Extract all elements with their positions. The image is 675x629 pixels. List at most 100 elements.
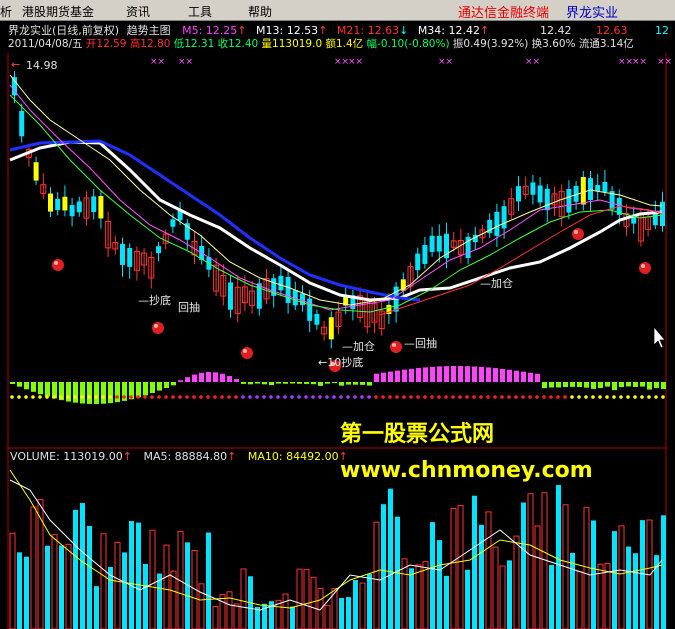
candlestick-series xyxy=(12,71,665,349)
candle-body-down xyxy=(228,282,233,310)
signal-dot xyxy=(381,395,385,399)
candle-body-down xyxy=(69,205,75,217)
volume-ma-white xyxy=(9,479,663,611)
signal-dot xyxy=(395,395,399,399)
candle-body-down xyxy=(544,188,550,211)
candle-body-down xyxy=(62,196,68,211)
signal-dot xyxy=(115,395,119,399)
signal-dot xyxy=(521,395,525,399)
osc-bar-positive xyxy=(381,372,386,382)
volume-bar-up xyxy=(219,594,226,629)
annotation-jiacang-text-2: 加仓 xyxy=(491,277,513,290)
volume-bar-up xyxy=(604,562,611,629)
volume-bar-down xyxy=(465,569,470,629)
ma-yellow-line xyxy=(9,74,663,306)
signal-x-mark: ×× xyxy=(525,57,540,67)
osc-bar-positive xyxy=(437,366,442,382)
signal-dot xyxy=(654,395,658,399)
volume-bar-down xyxy=(507,560,512,629)
volume-bar-up xyxy=(457,505,464,629)
signal-dot xyxy=(430,395,434,399)
signal-dot xyxy=(507,395,511,399)
osc-bar-negative xyxy=(311,382,316,385)
osc-bar-negative xyxy=(346,382,351,385)
signal-dot xyxy=(374,395,378,399)
signal-dot xyxy=(150,395,154,399)
osc-bar-positive xyxy=(444,366,449,382)
volume-bar-down xyxy=(381,504,386,629)
osc-bar-negative xyxy=(80,382,85,404)
signal-dot xyxy=(108,395,112,399)
candle-body-down xyxy=(422,245,428,264)
volume-bar-up xyxy=(303,569,310,629)
osc-bar-negative xyxy=(577,382,582,388)
osc-bar-negative xyxy=(640,382,645,387)
signal-dot xyxy=(171,395,175,399)
volume-bar-down xyxy=(122,552,127,629)
signal-dot xyxy=(248,395,252,399)
volume-bar-up xyxy=(485,511,492,629)
signal-ball xyxy=(152,322,164,334)
signal-dot xyxy=(465,395,469,399)
osc-bar-positive xyxy=(213,372,218,382)
signal-ball-highlight xyxy=(574,230,578,234)
candle-body-down xyxy=(537,185,543,203)
volume-bar-down xyxy=(290,606,295,629)
osc-bar-positive xyxy=(486,367,491,382)
signal-dot xyxy=(234,395,238,399)
volume-bar-up xyxy=(170,570,177,629)
signal-ball xyxy=(241,347,253,359)
signal-dot xyxy=(535,395,539,399)
osc-bar-positive xyxy=(185,377,190,382)
volume-bar-down xyxy=(612,531,617,629)
signal-dot xyxy=(80,395,84,399)
volume-bar-up xyxy=(163,544,170,629)
osc-bar-negative xyxy=(136,382,141,398)
annotation-low-value: 10 xyxy=(327,356,342,369)
signal-dot xyxy=(129,395,133,399)
annotation-jiacang-2: —加仓 xyxy=(480,277,513,290)
kline-chart[interactable]: ×× ×× ×××× ×× ×× ×××× ×× xyxy=(0,0,675,629)
osc-bar-negative xyxy=(325,382,330,384)
volume-bar-up xyxy=(422,561,429,629)
signal-dot xyxy=(52,395,56,399)
volume-bar-down xyxy=(521,502,526,629)
signal-ball xyxy=(390,341,402,353)
volume-bar-up xyxy=(212,605,219,629)
volume-bar-down xyxy=(640,520,645,629)
osc-bar-positive xyxy=(465,366,470,382)
volume-bar-down xyxy=(437,540,442,629)
signal-dot xyxy=(556,395,560,399)
osc-bar-negative xyxy=(248,382,253,385)
volume-bar-up xyxy=(282,593,289,629)
osc-bar-negative xyxy=(647,382,652,390)
signal-dot xyxy=(290,395,294,399)
signal-dot xyxy=(486,395,490,399)
volume-bar-down xyxy=(24,556,29,629)
signal-dot xyxy=(31,395,35,399)
signal-dot xyxy=(577,395,581,399)
osc-bar-negative xyxy=(73,382,78,403)
volume-bar-down xyxy=(388,488,393,629)
osc-bar-positive xyxy=(192,374,197,382)
osc-bar-negative xyxy=(45,382,50,397)
ma-blue-line xyxy=(9,139,421,302)
osc-bar-positive xyxy=(493,368,498,382)
signal-dot xyxy=(185,395,189,399)
osc-bar-positive xyxy=(521,371,526,382)
up-arrow-icon: ↑ xyxy=(227,450,237,463)
candle-body-down xyxy=(602,181,608,192)
osc-bar-negative xyxy=(10,382,15,384)
osc-bar-negative xyxy=(654,382,659,388)
osc-bar-negative xyxy=(542,382,547,389)
signal-dot xyxy=(255,395,259,399)
signal-dot xyxy=(479,395,483,399)
osc-bar-negative xyxy=(108,382,113,404)
candle-body-down xyxy=(588,178,593,201)
annotation-huichou-text-2: 回抽 xyxy=(415,337,437,350)
signal-dot xyxy=(269,395,273,399)
candle-body-down xyxy=(19,110,25,137)
osc-bar-negative xyxy=(619,382,624,388)
candle-body-down xyxy=(307,298,313,321)
osc-bar-negative xyxy=(339,382,344,386)
